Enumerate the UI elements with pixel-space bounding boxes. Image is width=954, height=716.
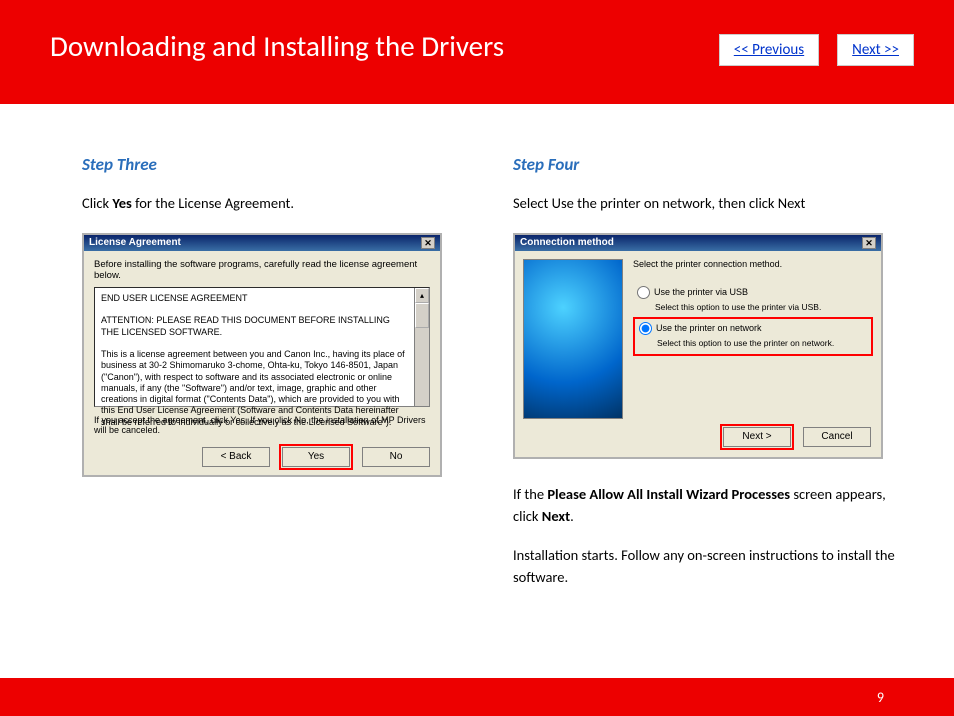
- content-area: Step Three Click Yes for the License Agr…: [0, 104, 954, 589]
- step-three-column: Step Three Click Yes for the License Agr…: [82, 154, 473, 589]
- license-text-box: END USER LICENSE AGREEMENT ATTENTION: PL…: [94, 287, 430, 407]
- option-usb[interactable]: Use the printer via USB Select this opti…: [633, 283, 873, 315]
- page-number: 9: [877, 689, 884, 706]
- scroll-up-icon[interactable]: ▴: [415, 288, 429, 303]
- installation-starts-text: Installation starts. Follow any on-scree…: [513, 544, 904, 589]
- scroll-thumb[interactable]: [415, 303, 429, 328]
- radio-usb[interactable]: [637, 286, 650, 299]
- dialog-cancel-button[interactable]: Cancel: [803, 427, 871, 447]
- close-icon[interactable]: ✕: [421, 237, 435, 249]
- step-four-column: Step Four Select Use the printer on netw…: [513, 154, 904, 589]
- dialog-titlebar: Connection method ✕: [515, 235, 881, 251]
- page-header: Downloading and Installing the Drivers <…: [0, 0, 954, 104]
- step-four-title: Step Four: [513, 154, 904, 175]
- connection-graphic: [523, 259, 623, 419]
- close-icon[interactable]: ✕: [862, 237, 876, 249]
- option-network[interactable]: Use the printer on network Select this o…: [633, 317, 873, 356]
- license-agreement-dialog: License Agreement ✕ Before installing th…: [82, 233, 442, 477]
- step-three-title: Step Three: [82, 154, 473, 175]
- nav-buttons: << Previous Next >>: [719, 34, 914, 66]
- yes-button[interactable]: Yes: [282, 447, 350, 467]
- license-intro: Before installing the software programs,…: [94, 259, 430, 281]
- dialog-next-button[interactable]: Next >: [723, 427, 791, 447]
- radio-network[interactable]: [639, 322, 652, 335]
- dialog-titlebar: License Agreement ✕: [84, 235, 440, 251]
- back-button[interactable]: < Back: [202, 447, 270, 467]
- step-four-text: Select Use the printer on network, then …: [513, 193, 904, 215]
- page-title: Downloading and Installing the Drivers: [50, 28, 504, 64]
- allow-wizard-text: If the Please Allow All Install Wizard P…: [513, 483, 904, 528]
- no-button[interactable]: No: [362, 447, 430, 467]
- next-button[interactable]: Next >>: [837, 34, 914, 66]
- previous-button[interactable]: << Previous: [719, 34, 819, 66]
- select-instruction: Select the printer connection method.: [633, 259, 873, 269]
- connection-method-dialog: Connection method ✕ Select the printer c…: [513, 233, 883, 459]
- step-three-text: Click Yes for the License Agreement.: [82, 193, 473, 215]
- page-footer: 9: [0, 678, 954, 716]
- scrollbar[interactable]: ▴: [414, 288, 429, 406]
